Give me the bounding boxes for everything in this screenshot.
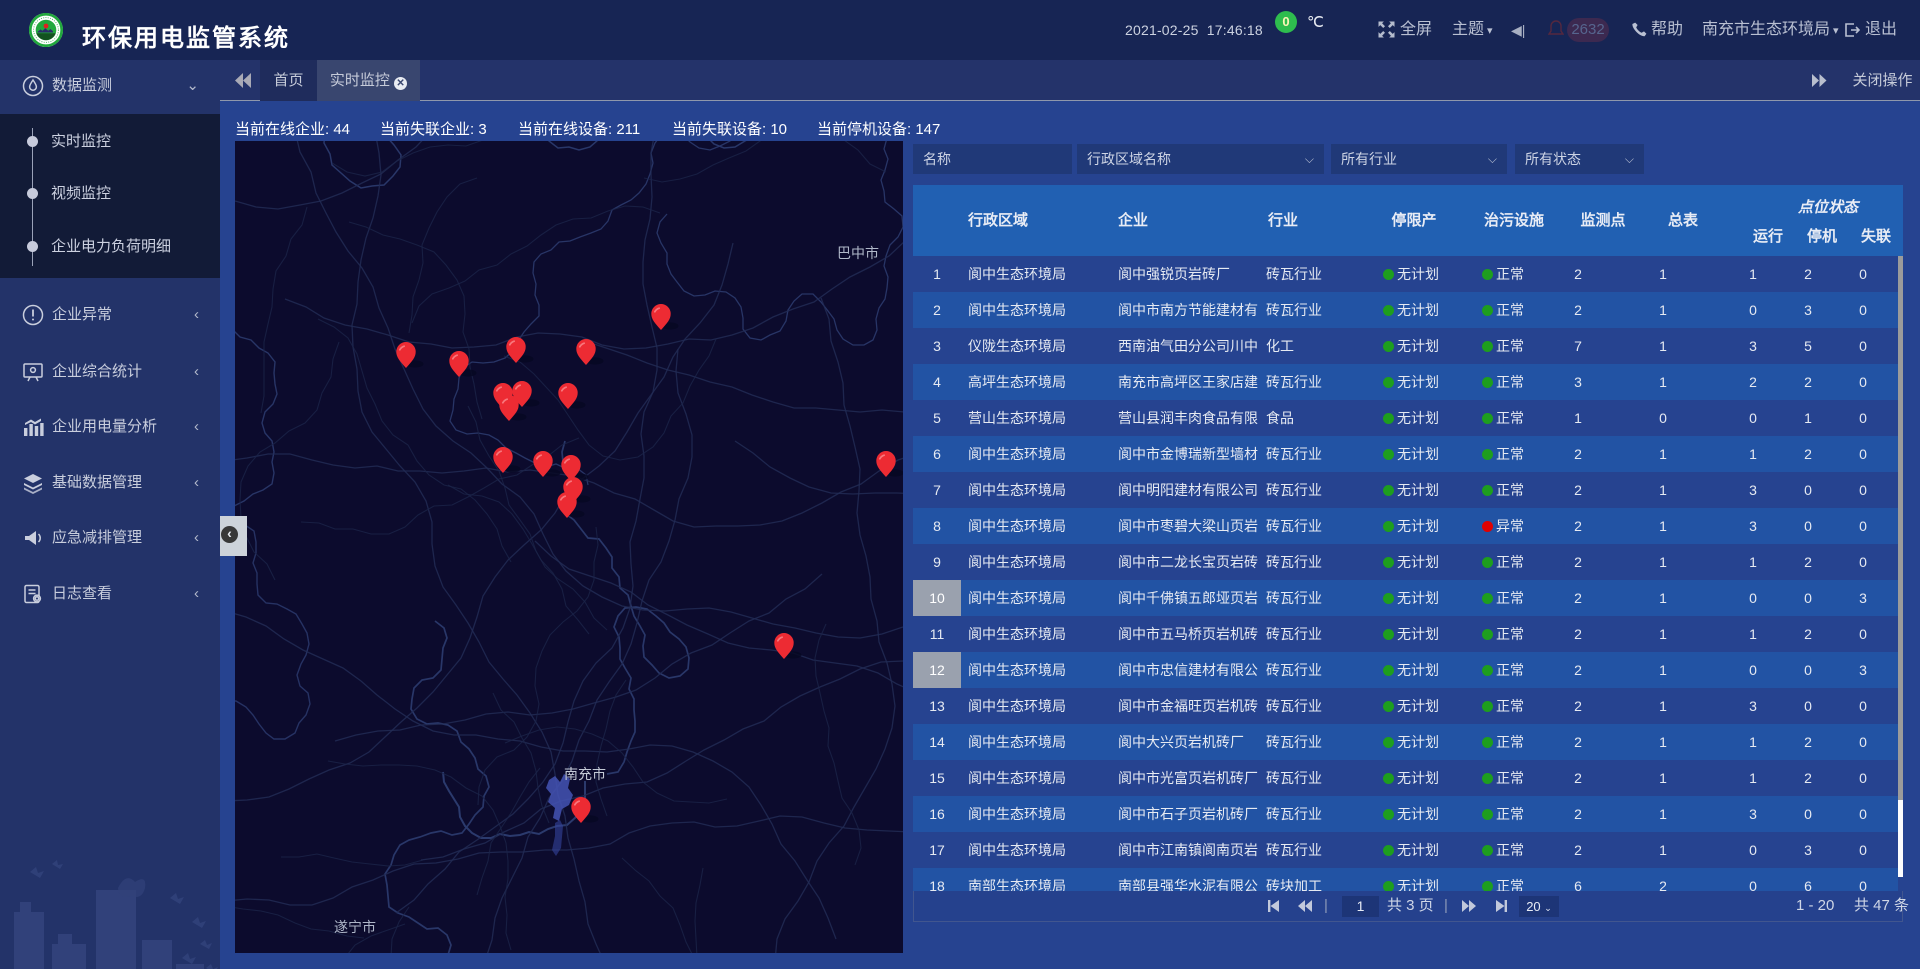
svg-text:遂宁市: 遂宁市 xyxy=(334,919,376,935)
svg-text:巴中市: 巴中市 xyxy=(837,245,879,261)
svg-text:南充市: 南充市 xyxy=(564,766,606,782)
